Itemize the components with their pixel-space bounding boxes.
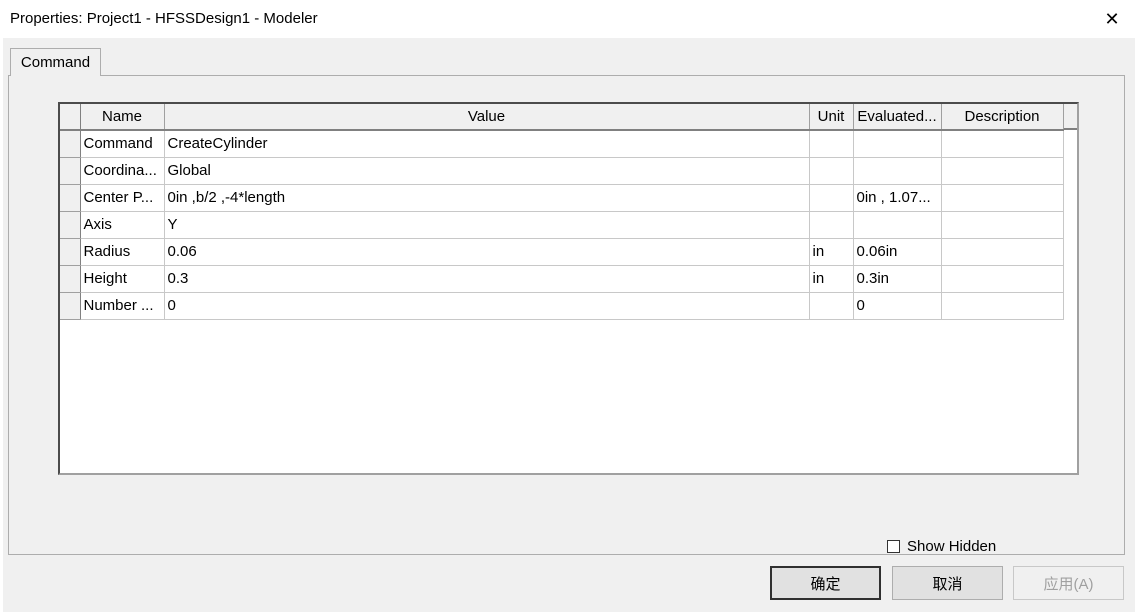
cell-unit[interactable]: in bbox=[809, 238, 854, 266]
cell-description[interactable] bbox=[941, 130, 1064, 158]
row-selector[interactable] bbox=[60, 184, 81, 212]
row-selector[interactable] bbox=[60, 292, 81, 320]
cell-unit[interactable]: in bbox=[809, 265, 854, 293]
cell-unit[interactable] bbox=[809, 157, 854, 185]
tab-panel: Name Value Unit Evaluated... Description… bbox=[8, 75, 1125, 555]
ok-button[interactable]: 确定 bbox=[770, 566, 881, 600]
cell-value[interactable]: Y bbox=[164, 211, 810, 239]
cell-evaluated[interactable] bbox=[853, 211, 942, 239]
cell-evaluated[interactable] bbox=[853, 130, 942, 158]
dialog-body: Command Name Value Unit Evaluated... Des… bbox=[0, 38, 1135, 612]
cell-name[interactable]: Coordina... bbox=[80, 157, 165, 185]
cell-unit[interactable] bbox=[809, 184, 854, 212]
cell-value[interactable]: CreateCylinder bbox=[164, 130, 810, 158]
column-header-value[interactable]: Value bbox=[164, 104, 810, 131]
tab-command[interactable]: Command bbox=[10, 48, 101, 76]
cell-evaluated[interactable] bbox=[853, 157, 942, 185]
table-row[interactable]: Height 0.3 in 0.3in bbox=[60, 265, 1064, 293]
cell-description[interactable] bbox=[941, 157, 1064, 185]
row-selector[interactable] bbox=[60, 157, 81, 185]
checkbox-box[interactable] bbox=[887, 540, 900, 553]
row-selector[interactable] bbox=[60, 130, 81, 158]
table-row[interactable]: Axis Y bbox=[60, 211, 1064, 239]
cell-description[interactable] bbox=[941, 292, 1064, 320]
cell-name[interactable]: Command bbox=[80, 130, 165, 158]
cell-name[interactable]: Radius bbox=[80, 238, 165, 266]
cell-name[interactable]: Axis bbox=[80, 211, 165, 239]
cell-value[interactable]: 0.06 bbox=[164, 238, 810, 266]
row-selector[interactable] bbox=[60, 265, 81, 293]
cell-description[interactable] bbox=[941, 184, 1064, 212]
row-selector[interactable] bbox=[60, 211, 81, 239]
cell-evaluated[interactable]: 0.06in bbox=[853, 238, 942, 266]
grid-header-filler bbox=[1063, 104, 1077, 130]
close-icon: ✕ bbox=[1104, 8, 1120, 29]
window-left-edge bbox=[0, 38, 3, 612]
row-selector[interactable] bbox=[60, 238, 81, 266]
properties-grid: Name Value Unit Evaluated... Description… bbox=[58, 102, 1079, 475]
cell-unit[interactable] bbox=[809, 292, 854, 320]
cell-description[interactable] bbox=[941, 238, 1064, 266]
show-hidden-label: Show Hidden bbox=[907, 538, 997, 555]
cell-description[interactable] bbox=[941, 211, 1064, 239]
table-header-row: Name Value Unit Evaluated... Description bbox=[60, 104, 1064, 131]
table-row[interactable]: Number ... 0 0 bbox=[60, 292, 1064, 320]
cell-value[interactable]: 0.3 bbox=[164, 265, 810, 293]
cell-evaluated[interactable]: 0in , 1.07... bbox=[853, 184, 942, 212]
cell-unit[interactable] bbox=[809, 130, 854, 158]
show-hidden-checkbox[interactable]: Show Hidden bbox=[887, 538, 996, 555]
apply-button-label: 应用(A) bbox=[1043, 575, 1094, 593]
table-row[interactable]: Coordina... Global bbox=[60, 157, 1064, 185]
table-row[interactable]: Command CreateCylinder bbox=[60, 130, 1064, 158]
title-bar: Properties: Project1 - HFSSDesign1 - Mod… bbox=[0, 0, 1135, 38]
window-title: Properties: Project1 - HFSSDesign1 - Mod… bbox=[10, 10, 318, 27]
table-row[interactable]: Radius 0.06 in 0.06in bbox=[60, 238, 1064, 266]
cell-name[interactable]: Number ... bbox=[80, 292, 165, 320]
cell-value[interactable]: 0in ,b/2 ,-4*length bbox=[164, 184, 810, 212]
table-row[interactable]: Center P... 0in ,b/2 ,-4*length 0in , 1.… bbox=[60, 184, 1064, 212]
cell-value[interactable]: Global bbox=[164, 157, 810, 185]
column-header-evaluated[interactable]: Evaluated... bbox=[853, 104, 942, 131]
cell-evaluated[interactable]: 0.3in bbox=[853, 265, 942, 293]
cell-evaluated[interactable]: 0 bbox=[853, 292, 942, 320]
cell-name[interactable]: Height bbox=[80, 265, 165, 293]
cancel-button-label: 取消 bbox=[932, 575, 963, 593]
cancel-button[interactable]: 取消 bbox=[892, 566, 1003, 600]
column-header-description[interactable]: Description bbox=[941, 104, 1064, 131]
row-selector-header[interactable] bbox=[60, 104, 81, 131]
apply-button[interactable]: 应用(A) bbox=[1013, 566, 1124, 600]
close-button[interactable]: ✕ bbox=[1089, 0, 1135, 38]
tab-label: Command bbox=[20, 54, 91, 71]
column-header-unit[interactable]: Unit bbox=[809, 104, 854, 131]
cell-unit[interactable] bbox=[809, 211, 854, 239]
properties-table: Name Value Unit Evaluated... Description… bbox=[60, 104, 1064, 320]
ok-button-label: 确定 bbox=[810, 575, 841, 593]
cell-name[interactable]: Center P... bbox=[80, 184, 165, 212]
cell-value[interactable]: 0 bbox=[164, 292, 810, 320]
cell-description[interactable] bbox=[941, 265, 1064, 293]
column-header-name[interactable]: Name bbox=[80, 104, 165, 131]
